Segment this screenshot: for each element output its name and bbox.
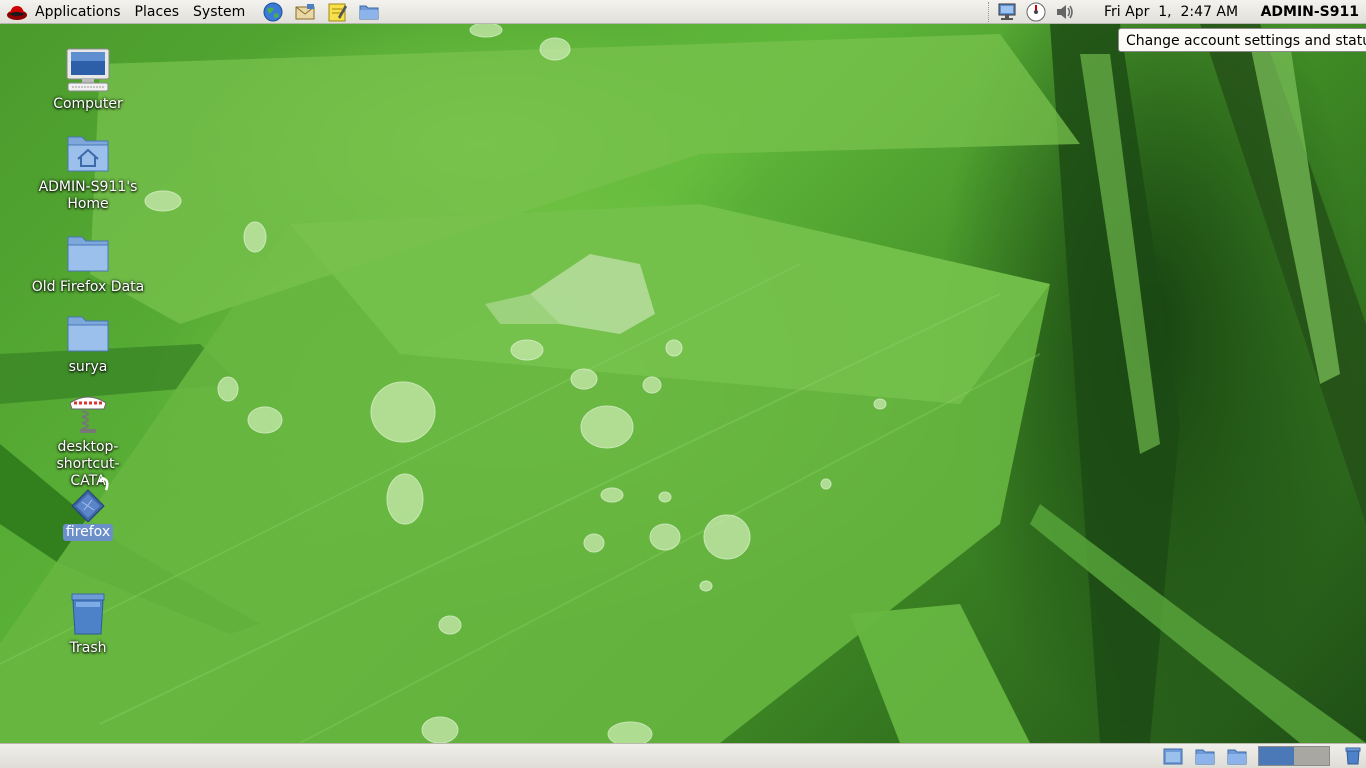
home-folder-icon — [67, 136, 109, 172]
account-tooltip: Change account settings and status — [1118, 28, 1366, 52]
desktop-icon-label: Old Firefox Data — [31, 279, 145, 295]
label-line: ADMIN-S911's — [38, 179, 138, 195]
label-line: desktop-shortcut- — [56, 439, 120, 472]
show-desktop-icon[interactable] — [1162, 746, 1184, 766]
desktop[interactable]: Computer ADMIN-S911's Home Old Firefox D… — [0, 24, 1366, 743]
desktop-icon-label: ADMIN-S911's Home — [36, 179, 141, 213]
top-panel: Applications Places System Fri Apr 1, 2:… — [0, 0, 1366, 24]
folder-icon — [67, 316, 109, 352]
volume-icon[interactable] — [1054, 1, 1076, 23]
notification-area — [982, 0, 1076, 24]
applications-menu[interactable]: Applications — [28, 0, 128, 24]
window-list-folder-icon[interactable] — [1226, 746, 1248, 766]
desktop-icon-old-firefox-data[interactable]: Old Firefox Data — [28, 229, 148, 296]
workspace-switcher[interactable] — [1258, 746, 1330, 766]
places-menu[interactable]: Places — [128, 0, 187, 24]
notes-editor-icon[interactable] — [326, 1, 348, 23]
desktop-icon-label: Trash — [69, 640, 107, 656]
cata-shortcut-icon — [69, 396, 107, 433]
redhat-logo-icon[interactable] — [6, 1, 28, 23]
update-gauge-icon[interactable] — [1025, 1, 1047, 23]
web-browser-icon[interactable] — [262, 1, 284, 23]
clock[interactable]: Fri Apr 1, 2:47 AM — [1104, 0, 1238, 24]
desktop-icon-firefox[interactable]: firefox — [28, 474, 148, 541]
bottom-panel — [0, 743, 1366, 768]
grass-wallpaper — [0, 24, 1366, 743]
file-manager-icon[interactable] — [358, 1, 380, 23]
user-account-menu[interactable]: ADMIN-S911 — [1261, 0, 1359, 24]
workspace-2[interactable] — [1294, 747, 1329, 765]
folder-icon — [67, 236, 109, 272]
desktop-icon-label: surya — [68, 359, 108, 375]
desktop-icon-computer[interactable]: Computer — [28, 46, 148, 113]
trash-applet-icon[interactable] — [1342, 746, 1364, 766]
trash-icon — [71, 593, 105, 635]
window-list-folder-icon[interactable] — [1194, 746, 1216, 766]
label-line: Home — [67, 196, 109, 212]
panel-separator — [988, 2, 990, 22]
desktop-icon-home[interactable]: ADMIN-S911's Home — [28, 129, 148, 213]
firefox-shortcut-icon — [71, 476, 109, 522]
desktop-icon-surya[interactable]: surya — [28, 309, 148, 376]
desktop-icon-label: firefox — [62, 524, 114, 541]
workspace-1[interactable] — [1259, 747, 1294, 765]
mail-icon[interactable] — [294, 1, 316, 23]
computer-icon — [66, 48, 110, 92]
system-menu[interactable]: System — [186, 0, 252, 24]
desktop-icon-trash[interactable]: Trash — [28, 590, 148, 657]
desktop-icon-label: Computer — [53, 96, 123, 112]
network-icon[interactable] — [996, 1, 1018, 23]
